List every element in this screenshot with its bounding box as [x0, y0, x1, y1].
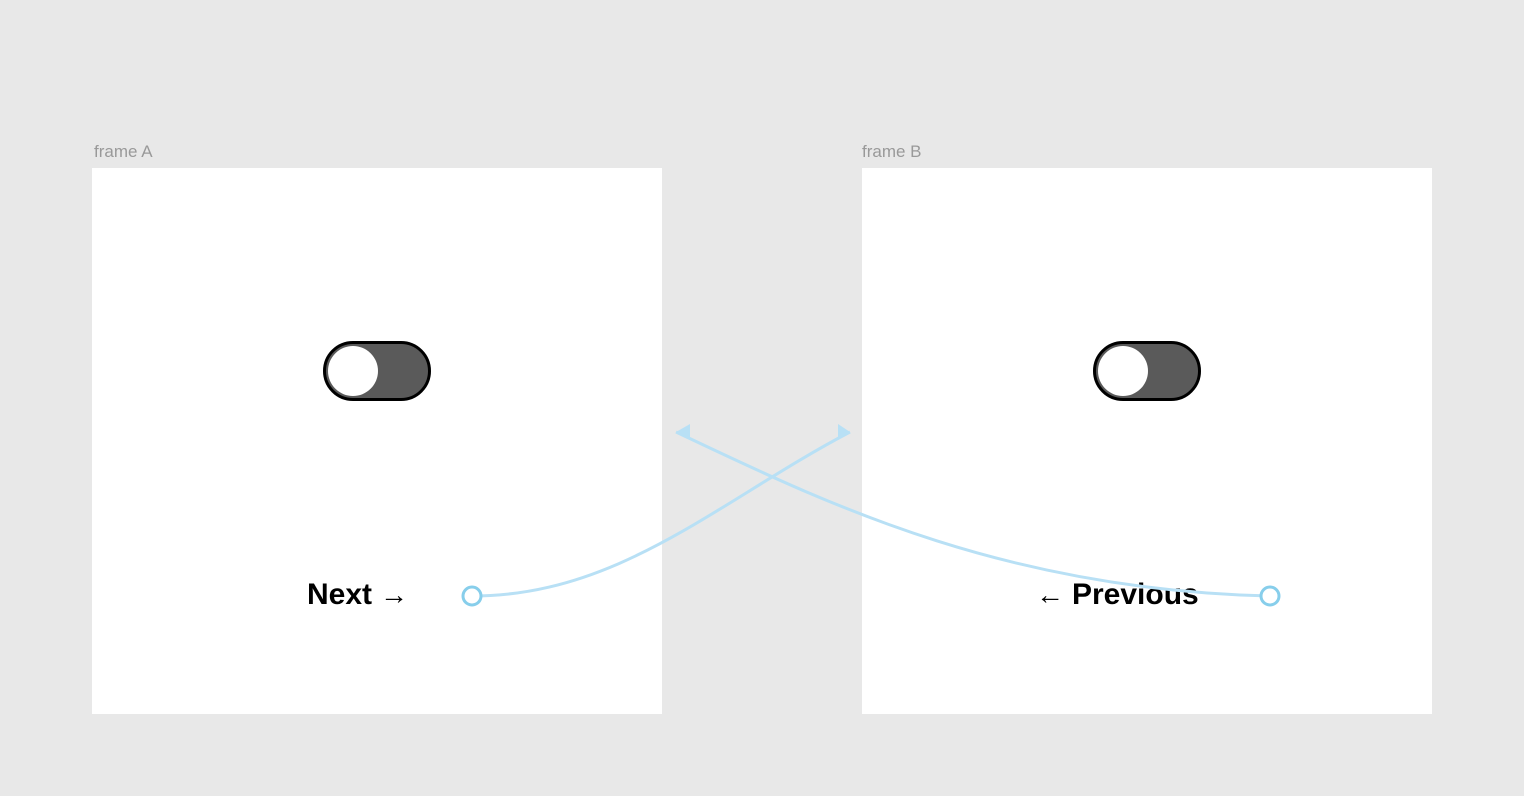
- next-link-text: Next: [307, 578, 372, 612]
- frame-a-label: frame A: [94, 142, 153, 162]
- toggle-switch-a[interactable]: [323, 341, 431, 401]
- toggle-switch-b[interactable]: [1093, 341, 1201, 401]
- previous-link-text: Previous: [1072, 578, 1199, 612]
- frame-b[interactable]: ← Previous: [862, 168, 1432, 714]
- next-link[interactable]: Next →: [307, 578, 408, 612]
- frame-b-label: frame B: [862, 142, 922, 162]
- arrowhead-to-b: [838, 424, 850, 440]
- arrow-right-icon: →: [380, 579, 408, 611]
- previous-link[interactable]: ← Previous: [1036, 578, 1199, 612]
- frame-a[interactable]: Next →: [92, 168, 662, 714]
- arrow-left-icon: ←: [1036, 579, 1064, 611]
- arrowhead-to-a: [676, 424, 690, 440]
- toggle-knob-a: [328, 346, 378, 396]
- toggle-knob-b: [1098, 346, 1148, 396]
